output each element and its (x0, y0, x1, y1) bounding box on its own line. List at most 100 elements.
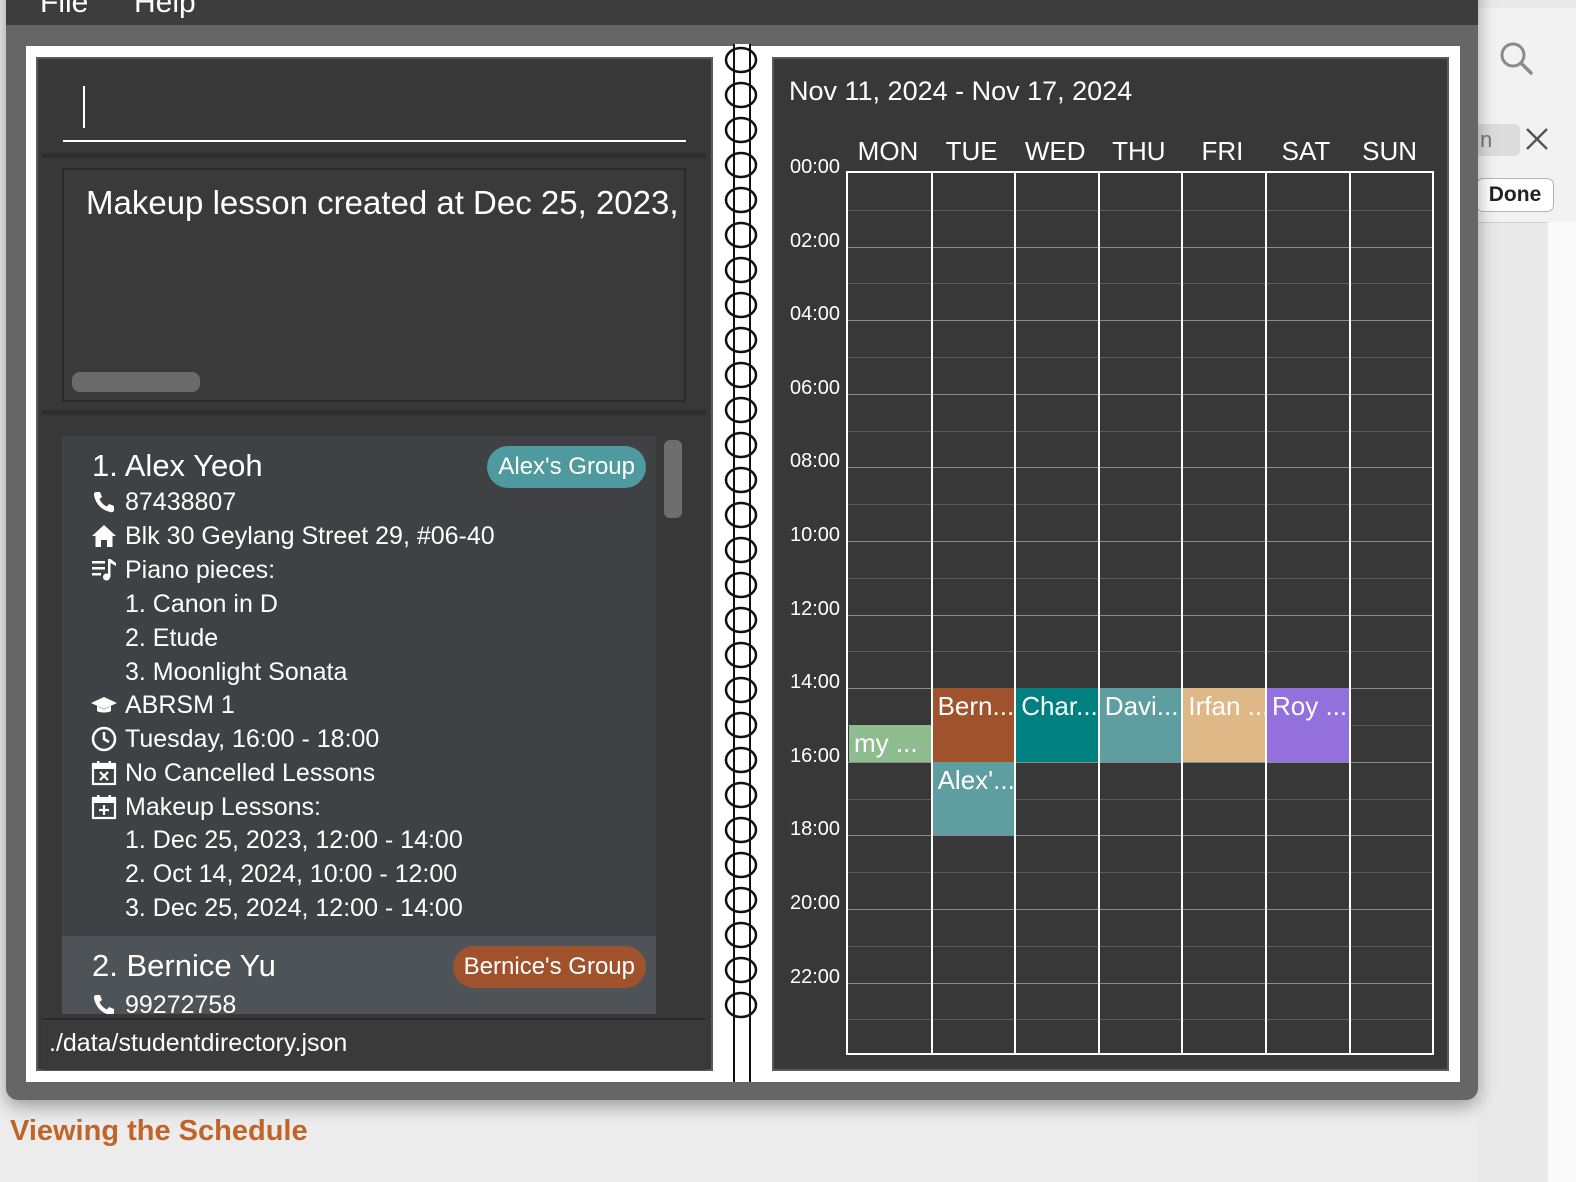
music-list-icon (92, 559, 116, 581)
makeup-item: 3. Dec 25, 2024, 12:00 - 14:00 (125, 894, 463, 922)
close-icon[interactable] (1522, 124, 1552, 154)
calendar-x-icon (91, 761, 117, 786)
time-label: 16:00 (790, 744, 841, 767)
day-label-mon: MON (857, 136, 919, 166)
time-label: 14:00 (790, 671, 841, 694)
text-caret (83, 86, 85, 128)
menu-help[interactable]: Help (134, 0, 196, 20)
hour-gridline (848, 504, 1432, 506)
piece-item: 2. Etude (125, 624, 219, 652)
spiral-ring (724, 991, 758, 1019)
day-label-tue: TUE (945, 136, 998, 166)
spiral-ring (724, 606, 758, 634)
spiral-ring (724, 641, 758, 669)
spiral-ring (724, 291, 758, 319)
spiral-ring (724, 746, 758, 774)
hour-gridline (848, 835, 1432, 837)
lesson-event[interactable]: Davi... (1099, 688, 1182, 762)
phone-number: 99272758 (125, 990, 237, 1015)
phone-icon (93, 492, 114, 513)
day-label-sat: SAT (1281, 136, 1331, 166)
menu-file[interactable]: File (40, 0, 88, 20)
spiral-ring (724, 326, 758, 354)
spiral-ring (724, 396, 758, 424)
time-label: 18:00 (790, 818, 841, 841)
spiral-ring (724, 781, 758, 809)
spiral-ring (724, 536, 758, 564)
week-range: Nov 11, 2024 - Nov 17, 2024 (789, 76, 1133, 106)
clock-icon (91, 726, 117, 752)
vertical-scrollbar[interactable] (664, 440, 682, 518)
done-button[interactable]: Done (1476, 178, 1554, 212)
phone-number: 87438807 (125, 487, 237, 516)
student-card[interactable]: 1. Alex Yeoh Alex's Group 87438807 Blk 3… (62, 436, 656, 936)
spiral-ring (724, 186, 758, 214)
hour-gridline (848, 651, 1432, 653)
phone-row: 87438807 (90, 487, 236, 517)
day-label-sun: SUN (1362, 136, 1418, 166)
lesson-event[interactable]: Irfan ... (1183, 688, 1265, 762)
time-label: 12:00 (790, 597, 841, 620)
makeup-row: Makeup Lessons: (90, 792, 321, 822)
group-tag: Alex's Group (487, 446, 646, 488)
spiral-ring (724, 921, 758, 949)
day-gridline (1265, 173, 1267, 1053)
piece-item: 3. Moonlight Sonata (125, 658, 348, 686)
hour-gridline (848, 872, 1432, 874)
hour-gridline (848, 393, 1432, 395)
spiral-ring (724, 851, 758, 879)
lesson-event[interactable]: Roy ... (1267, 688, 1349, 762)
spiral-ring (724, 886, 758, 914)
hour-gridline (848, 982, 1432, 984)
time-label: 08:00 (790, 450, 841, 473)
result-display[interactable]: Makeup lesson created at Dec 25, 2023, 1… (62, 168, 686, 402)
lesson-event[interactable]: Char... (1016, 688, 1098, 762)
student-name: 2. Bernice Yu (92, 948, 276, 983)
save-location: ./data/studentdirectory.json (49, 1029, 348, 1057)
student-list[interactable]: 1. Alex Yeoh Alex's Group 87438807 Blk 3… (42, 418, 706, 1014)
spiral-ring (724, 501, 758, 529)
address: Blk 30 Geylang Street 29, #06-40 (125, 521, 495, 550)
doc-caption: Viewing the Schedule (10, 1115, 308, 1147)
spiral-ring (724, 676, 758, 704)
lesson-event[interactable]: Bern... (932, 688, 1015, 762)
makeup-label: Makeup Lessons: (125, 792, 321, 821)
phone-icon (93, 995, 114, 1014)
command-input-underline[interactable] (63, 140, 686, 142)
calendar-plus-icon (91, 795, 117, 820)
horizontal-scrollbar[interactable] (72, 372, 200, 392)
grade-row: ABRSM 1 (90, 690, 235, 720)
search-icon[interactable] (1498, 40, 1534, 76)
find-field[interactable]: n (1478, 124, 1520, 156)
hour-gridline (848, 467, 1432, 469)
phone-row: 99272758 (90, 990, 236, 1014)
spiral-ring (724, 816, 758, 844)
hour-gridline (848, 909, 1432, 910)
divider (42, 153, 706, 158)
lesson-event[interactable]: my ... (849, 725, 931, 762)
time-label: 06:00 (790, 376, 841, 399)
spiral-ring (724, 256, 758, 284)
time-label: 04:00 (790, 303, 841, 326)
piece-item: 1. Canon in D (125, 590, 278, 618)
spiral-ring (724, 221, 758, 249)
makeup-item: 2. Oct 14, 2024, 10:00 - 12:00 (125, 860, 458, 888)
hour-gridline (848, 357, 1432, 358)
time-label: 02:00 (790, 229, 841, 252)
spiral-ring (724, 956, 758, 984)
spiral-ring (724, 81, 758, 109)
lesson-event[interactable]: Alex'... (932, 761, 1015, 836)
divider (42, 410, 706, 415)
spiral-ring (724, 361, 758, 389)
status-bar: ./data/studentdirectory.json (42, 1018, 706, 1070)
hour-gridline (848, 577, 1432, 579)
result-message: Makeup lesson created at Dec 25, 2023, 1… (86, 184, 684, 221)
day-label-thu: THU (1112, 136, 1166, 166)
student-card[interactable]: 2. Bernice Yu Bernice's Group 99272758 (62, 936, 656, 1014)
spiral-ring (724, 46, 758, 74)
lesson-time: Tuesday, 16:00 - 18:00 (125, 724, 380, 753)
spiral-ring (724, 116, 758, 144)
cancelled-lessons: No Cancelled Lessons (125, 758, 376, 787)
pieces-row: Piano pieces: (90, 555, 275, 585)
lesson-row: Tuesday, 16:00 - 18:00 (90, 724, 379, 754)
